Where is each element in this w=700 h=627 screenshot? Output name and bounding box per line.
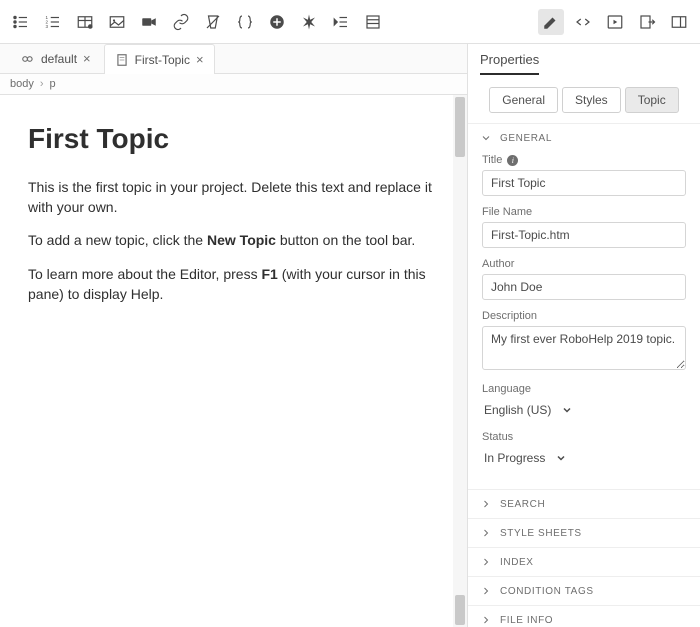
filename-input[interactable] [482, 222, 686, 248]
title-input[interactable] [482, 170, 686, 196]
tab-topic[interactable]: Topic [625, 87, 679, 113]
description-input[interactable]: My first ever RoboHelp 2019 topic. [482, 326, 686, 370]
author-view-icon[interactable] [538, 9, 564, 35]
topic-file-icon [115, 53, 129, 67]
title-label: Title [482, 154, 502, 166]
language-label: Language [482, 383, 686, 395]
section-general[interactable]: GENERAL [468, 123, 700, 152]
status-select[interactable]: In Progress [482, 447, 686, 469]
bullet-list-icon[interactable] [8, 9, 34, 35]
chevron-right-icon [480, 585, 492, 597]
page-layout-icon[interactable] [360, 9, 386, 35]
insert-plus-icon[interactable] [264, 9, 290, 35]
insert-link-icon[interactable] [168, 9, 194, 35]
scroll-thumb[interactable] [455, 595, 465, 625]
section-style-sheets[interactable]: STYLE SHEETS [468, 518, 700, 547]
section-file-info[interactable]: FILE INFO [468, 605, 700, 627]
close-icon[interactable]: × [196, 52, 204, 67]
source-view-icon[interactable] [570, 9, 596, 35]
filename-label: File Name [482, 206, 686, 218]
chevron-down-icon [555, 452, 567, 464]
tab-general[interactable]: General [489, 87, 558, 113]
paragraph: This is the first topic in your project.… [28, 178, 439, 217]
close-icon[interactable]: × [83, 51, 91, 66]
breadcrumb: body › p [0, 74, 467, 95]
tab-label: default [41, 52, 77, 66]
tab-first-topic[interactable]: First-Topic × [104, 44, 215, 74]
insert-table-icon[interactable] [72, 9, 98, 35]
chevron-right-icon [480, 556, 492, 568]
paragraph: To learn more about the Editor, press F1… [28, 265, 439, 304]
document-tabs: default × First-Topic × [0, 44, 467, 74]
chevron-down-icon [561, 404, 573, 416]
panel-title: Properties [480, 52, 539, 75]
paragraph: To add a new topic, click the New Topic … [28, 231, 439, 251]
author-label: Author [482, 258, 686, 270]
editor-content[interactable]: First Topic This is the first topic in y… [0, 95, 467, 342]
section-search[interactable]: SEARCH [468, 489, 700, 518]
crumb-body[interactable]: body [10, 78, 34, 90]
numbered-list-icon[interactable]: 123 [40, 9, 66, 35]
info-icon[interactable]: i [507, 155, 518, 166]
insert-snippet-icon[interactable] [232, 9, 258, 35]
indent-icon[interactable] [328, 9, 354, 35]
asterisk-icon[interactable] [296, 9, 322, 35]
svg-text:3: 3 [46, 24, 49, 29]
tab-default[interactable]: default × [10, 43, 102, 73]
crumb-p[interactable]: p [50, 78, 56, 90]
export-icon[interactable] [634, 9, 660, 35]
tab-label: First-Topic [135, 53, 190, 67]
panel-toggle-icon[interactable] [666, 9, 692, 35]
chevron-right-icon [480, 614, 492, 626]
css-file-icon [21, 52, 35, 66]
scrollbar[interactable] [453, 95, 467, 627]
status-label: Status [482, 431, 686, 443]
chevron-right-icon [480, 498, 492, 510]
author-input[interactable] [482, 274, 686, 300]
preview-icon[interactable] [602, 9, 628, 35]
section-index[interactable]: INDEX [468, 547, 700, 576]
insert-video-icon[interactable] [136, 9, 162, 35]
chevron-right-icon: › [40, 78, 44, 90]
chevron-right-icon [480, 527, 492, 539]
main-toolbar: 123 [0, 0, 700, 44]
language-select[interactable]: English (US) [482, 399, 686, 421]
description-label: Description [482, 310, 686, 322]
properties-panel: Properties General Styles Topic GENERAL … [468, 44, 700, 627]
section-condition-tags[interactable]: CONDITION TAGS [468, 576, 700, 605]
clear-format-icon[interactable] [200, 9, 226, 35]
insert-image-icon[interactable] [104, 9, 130, 35]
scroll-thumb[interactable] [455, 97, 465, 157]
tab-styles[interactable]: Styles [562, 87, 621, 113]
chevron-down-icon [480, 132, 492, 144]
topic-heading: First Topic [28, 119, 439, 158]
